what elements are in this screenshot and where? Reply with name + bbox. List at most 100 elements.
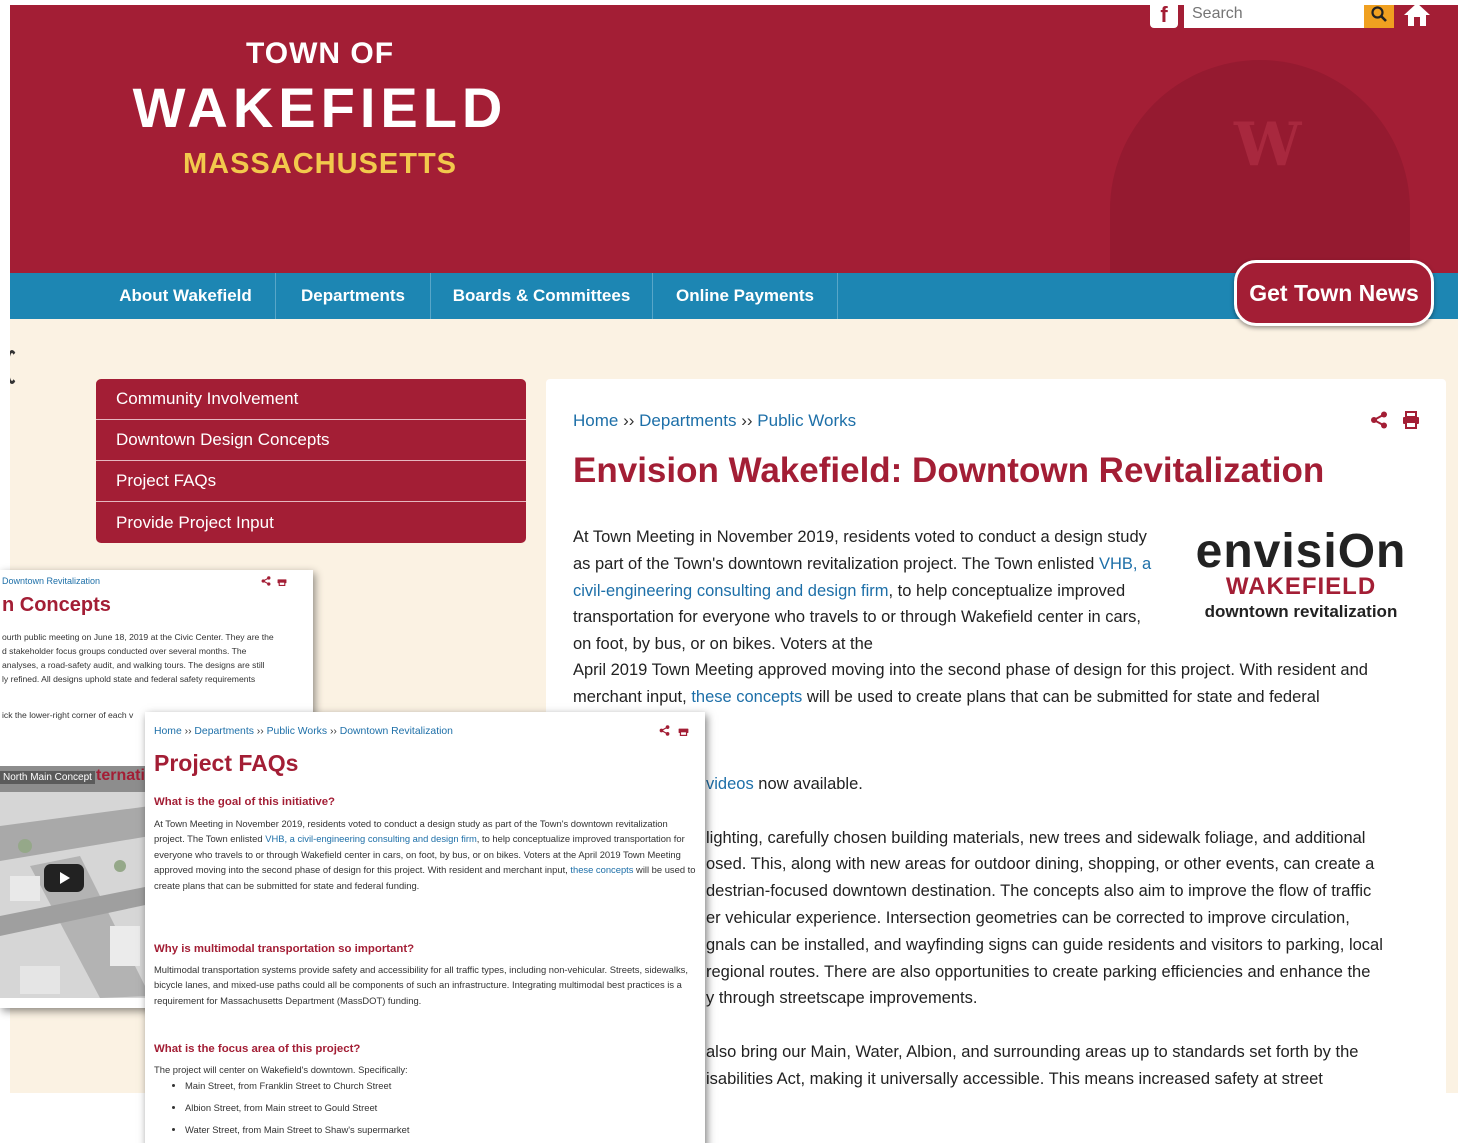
dome-letter: W	[1234, 110, 1302, 180]
print-icon[interactable]	[678, 725, 689, 736]
faq-question-1: What is the goal of this initiative?	[154, 796, 335, 808]
nav-boards-committees[interactable]: Boards & Committees	[431, 273, 653, 319]
these-concepts-link[interactable]: these concepts	[691, 688, 802, 706]
intro-text-4: will be used to create plans that can be…	[802, 687, 1320, 706]
home-button[interactable]	[1400, 5, 1434, 28]
breadcrumb-public-works[interactable]: Public Works	[267, 726, 327, 737]
overlay-title: n Concepts	[2, 594, 111, 616]
intro-paragraph-cont: April 2019 Town Meeting approved moving …	[573, 657, 1433, 711]
nav-about-wakefield[interactable]: About Wakefield	[96, 273, 276, 319]
utility-bar: f	[1150, 5, 1434, 29]
logo-wakefield[interactable]: WAKEFIELD	[110, 75, 530, 140]
search-icon	[1371, 6, 1387, 22]
nav-online-payments[interactable]: Online Payments	[653, 273, 838, 319]
breadcrumb-separator: ››	[623, 411, 635, 430]
intro-paragraph: At Town Meeting in November 2019, reside…	[573, 524, 1153, 658]
video-label: North Main Concept	[0, 771, 95, 784]
body-line: destrian-focused downtown destination. T…	[706, 882, 1372, 901]
overlay-breadcrumb: Home ›› Departments ›› Public Works ›› D…	[154, 726, 453, 737]
focus-area-list: Main Street, from Franklin Street to Chu…	[185, 1075, 409, 1141]
overlay-line: d stakeholder focus groups conducted ove…	[2, 646, 247, 656]
home-icon	[1404, 5, 1430, 26]
sidebar-menu: Community Involvement Downtown Design Co…	[96, 379, 526, 543]
faq-title: Project FAQs	[154, 750, 299, 776]
search-button[interactable]	[1364, 5, 1394, 28]
body-line: gnals can be installed, and wayfinding s…	[706, 935, 1383, 954]
sidebar-item-community-involvement[interactable]: Community Involvement	[96, 379, 526, 420]
these-concepts-link[interactable]: these concepts	[570, 864, 633, 875]
overlay-body: ourth public meeting on June 18, 2019 at…	[2, 630, 312, 686]
breadcrumb-home[interactable]: Home	[154, 726, 182, 737]
breadcrumb-separator: ››	[256, 726, 264, 737]
body-line	[706, 1012, 1446, 1039]
overlay-tools	[659, 725, 689, 736]
faq-answer-1: At Town Meeting in November 2019, reside…	[154, 816, 699, 893]
project-faqs-screenshot: Home ›› Departments ›› Public Works ›› D…	[145, 712, 705, 1143]
overlay-line: ick the lower-right corner of each v	[2, 710, 134, 720]
list-item: Water Street, from Main Street to Shaw's…	[185, 1119, 409, 1141]
envision-sub: WAKEFIELD	[1225, 573, 1377, 600]
faq-answer-2: Multimodal transportation systems provid…	[154, 964, 688, 1006]
share-icon[interactable]	[261, 576, 271, 586]
search-box	[1184, 5, 1394, 28]
body-line: lighting, carefully chosen building mate…	[706, 828, 1366, 847]
print-icon[interactable]	[1402, 411, 1420, 429]
body-line: osed. This, along with new areas for out…	[706, 855, 1375, 874]
print-icon[interactable]	[277, 576, 287, 586]
body-line: er vehicular experience. Intersection ge…	[706, 908, 1350, 927]
overlay-tools	[261, 576, 287, 586]
breadcrumb-separator: ››	[184, 726, 192, 737]
envision-tagline: downtown revitalization	[1204, 602, 1398, 621]
envision-wakefield-logo: envisiOn WAKEFIELD downtown revitalizati…	[1186, 525, 1416, 625]
breadcrumb-separator: ››	[741, 411, 753, 430]
facebook-icon[interactable]: f	[1150, 5, 1178, 28]
share-icon[interactable]	[1370, 411, 1388, 429]
vhb-link[interactable]: VHB, a civil-engineering consulting and …	[265, 833, 477, 844]
faq-question-2: Why is multimodal transportation so impo…	[154, 943, 415, 955]
faq-question-3: What is the focus area of this project?	[154, 1043, 361, 1055]
videos-text: now available.	[753, 775, 863, 793]
sidebar-item-project-faqs[interactable]: Project FAQs	[96, 461, 526, 502]
search-input[interactable]	[1184, 5, 1364, 28]
body-text: videos now available. lighting, carefull…	[706, 771, 1446, 1093]
logo-massachusetts[interactable]: MASSACHUSETTS	[140, 148, 500, 181]
sidebar-item-downtown-design-concepts[interactable]: Downtown Design Concepts	[96, 420, 526, 461]
stray-glyph	[10, 350, 18, 384]
breadcrumb-separator: ››	[329, 726, 337, 737]
overlay-breadcrumb[interactable]: Downtown Revitalization	[2, 576, 100, 586]
body-line: y through streetscape improvements.	[706, 989, 978, 1008]
overlay-line: ourth public meeting on June 18, 2019 at…	[2, 632, 274, 642]
get-town-news-button[interactable]: Get Town News	[1234, 260, 1434, 326]
videos-link[interactable]: videos	[706, 775, 754, 793]
play-button[interactable]	[44, 864, 84, 892]
screenshot: W TOWN OF WAKEFIELD MASSACHUSETTS f Abou…	[0, 0, 1465, 1143]
list-item: Main Street, from Franklin Street to Chu…	[185, 1075, 409, 1097]
overlay-line: analyses, a road-safety audit, and walki…	[2, 660, 265, 670]
intro-text: At Town Meeting in November 2019, reside…	[573, 528, 1147, 573]
list-item: Albion Street, from Main street to Gould…	[185, 1097, 409, 1119]
concept-video-thumbnail[interactable]: North Main Concept ternative | Lak	[0, 766, 150, 998]
logo-town-of[interactable]: TOWN OF	[220, 37, 420, 71]
breadcrumb-downtown-revitalization[interactable]: Downtown Revitalization	[340, 726, 453, 737]
breadcrumb-home[interactable]: Home	[573, 411, 618, 430]
envision-wordmark: envisiOn	[1195, 525, 1407, 578]
body-line: also bring our Main, Water, Albion, and …	[706, 1042, 1359, 1061]
body-line: regional routes. There are also opportun…	[706, 962, 1371, 981]
page-title: Envision Wakefield: Downtown Revitalizat…	[573, 451, 1325, 490]
breadcrumb: Home ›› Departments ›› Public Works	[573, 411, 856, 431]
body-line: isabilities Act, making it universally a…	[706, 1069, 1323, 1088]
page-tools	[1370, 411, 1420, 429]
breadcrumb-departments[interactable]: Departments	[194, 726, 253, 737]
videos-line: videos now available.	[706, 771, 1446, 798]
play-icon	[60, 872, 70, 884]
site-header: W TOWN OF WAKEFIELD MASSACHUSETTS f	[10, 5, 1458, 273]
nav-departments[interactable]: Departments	[276, 273, 431, 319]
overlay-line: ly refined. All designs uphold state and…	[2, 674, 256, 684]
share-icon[interactable]	[659, 725, 670, 736]
breadcrumb-public-works[interactable]: Public Works	[757, 411, 856, 430]
video-title: ternative | Lak	[96, 767, 150, 784]
sidebar-item-provide-project-input[interactable]: Provide Project Input	[96, 502, 526, 543]
breadcrumb-departments[interactable]: Departments	[639, 411, 736, 430]
